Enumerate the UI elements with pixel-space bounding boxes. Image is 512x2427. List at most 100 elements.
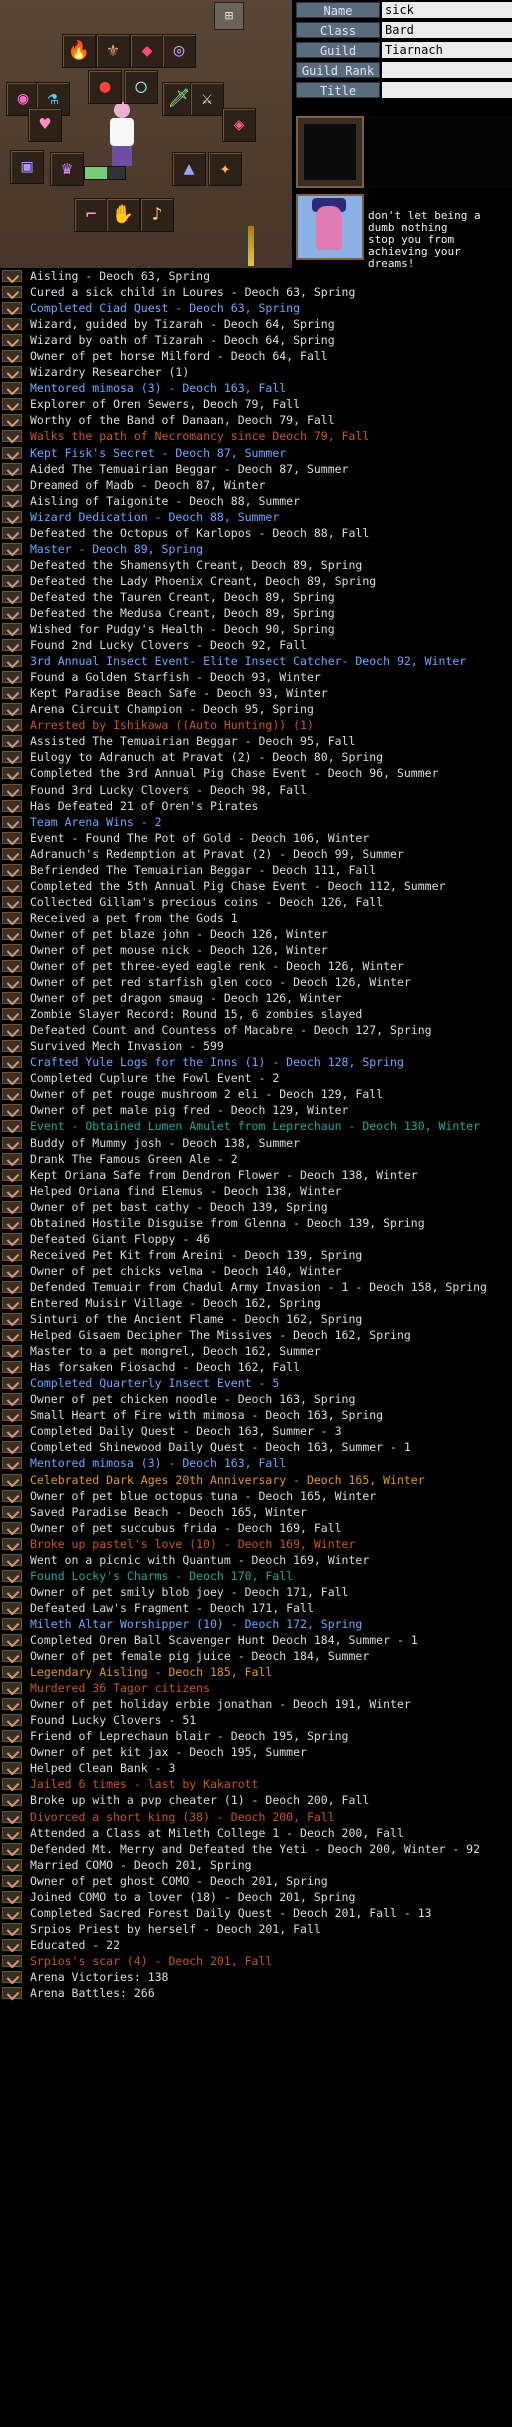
legend-item: Dreamed of Madb - Deoch 87, Winter	[0, 477, 512, 493]
legend-item: Went on a picnic with Quantum - Deoch 16…	[0, 1552, 512, 1568]
legend-text: Befriended The Temuairian Beggar - Deoch…	[30, 862, 377, 877]
legend-item: Cured a sick child in Loures - Deoch 63,…	[0, 284, 512, 300]
legend-mark-icon	[2, 558, 22, 571]
legend-text: Defeated Count and Countess of Macabre -…	[30, 1023, 432, 1038]
legend-mark-icon	[2, 1585, 22, 1598]
legend-item: Completed the 3rd Annual Pig Chase Event…	[0, 765, 512, 781]
legend-mark-icon	[2, 623, 22, 636]
legend-text: Completed the 5th Annual Pig Chase Event…	[30, 878, 446, 893]
bag-icon: ◈	[233, 114, 245, 135]
legend-text: Married COMO - Deoch 201, Spring	[30, 1857, 252, 1872]
legend-mark-icon	[2, 494, 22, 507]
legend-item: Saved Paradise Beach - Deoch 165, Winter	[0, 1504, 512, 1520]
legend-text: Defeated the Shamensyth Creant, Deoch 89…	[30, 557, 363, 572]
equipment-slot[interactable]: ♪	[140, 198, 174, 232]
legend-mark-icon	[2, 1730, 22, 1743]
legend-item: Owner of pet bast cathy - Deoch 139, Spr…	[0, 1199, 512, 1215]
legend-item: Kept Paradise Beach Safe - Deoch 93, Win…	[0, 685, 512, 701]
legend-mark-icon	[2, 1136, 22, 1149]
portrait-frame	[296, 116, 364, 188]
legend-text: Collected Gillam's precious coins - Deoc…	[30, 894, 384, 909]
legend-mark-icon	[2, 1970, 22, 1983]
equipment-slot[interactable]: ♛	[50, 152, 84, 186]
horn-icon: ♪	[151, 204, 163, 225]
equipment-slot[interactable]: ●	[88, 70, 122, 104]
equipment-slot[interactable]: ◆	[130, 34, 164, 68]
legend-item: Event - Found The Pot of Gold - Deoch 10…	[0, 830, 512, 846]
equipment-slot[interactable]: ▲	[172, 152, 206, 186]
legend-mark-icon	[2, 1216, 22, 1229]
legend-mark-icon	[2, 751, 22, 764]
legend-mark-icon	[2, 1826, 22, 1839]
equipment-slot[interactable]: ◯	[124, 70, 158, 104]
profile-label: Class	[296, 22, 380, 38]
equipment-slot[interactable]: ⚔	[190, 82, 224, 116]
legend-item: Received a pet from the Gods 1	[0, 910, 512, 926]
legend-item: Owner of pet horse Milford - Deoch 64, F…	[0, 348, 512, 364]
legend-mark-icon	[2, 815, 22, 828]
equipment-slot[interactable]: 🔥	[62, 34, 96, 68]
equipment-slot[interactable]: ✦	[208, 152, 242, 186]
equipment-slot[interactable]: ◎	[162, 34, 196, 68]
legend-item: Mentored mimosa (3) - Deoch 163, Fall	[0, 1455, 512, 1471]
wand-icon: ✦	[219, 158, 231, 179]
legend-text: Event - Obtained Lumen Amulet from Lepre…	[30, 1119, 481, 1134]
legend-text: Master - Deoch 89, Spring	[30, 541, 204, 556]
legend-mark-icon	[2, 590, 22, 603]
legend-text: Helped Clean Bank - 3	[30, 1761, 176, 1776]
orb-icon: ●	[99, 76, 111, 97]
legend-item: Married COMO - Deoch 201, Spring	[0, 1857, 512, 1873]
legend-text: Defeated the Octopus of Karlopos - Deoch…	[30, 525, 370, 540]
legend-mark-icon	[2, 1810, 22, 1823]
legend-item: Friend of Leprechaun blair - Deoch 195, …	[0, 1728, 512, 1744]
legend-mark-icon	[2, 478, 22, 491]
legend-item: Owner of pet ghost COMO - Deoch 201, Spr…	[0, 1873, 512, 1889]
legend-text: Mentored mimosa (3) - Deoch 163, Fall	[30, 381, 287, 396]
profile-value-field	[382, 62, 512, 78]
legend-text: Wizardry Researcher (1)	[30, 365, 190, 380]
legend-item: Defended Temuair from Chadul Army Invasi…	[0, 1279, 512, 1295]
legend-mark-icon	[2, 639, 22, 652]
legend-item: Adranuch's Redemption at Pravat (2) - De…	[0, 846, 512, 862]
equipment-slot[interactable]: ✋	[106, 198, 140, 232]
legend-mark-icon	[2, 462, 22, 475]
legend-mark-icon	[2, 1152, 22, 1165]
legend-mark-icon	[2, 1040, 22, 1053]
equipment-slot[interactable]: ⌐	[74, 198, 108, 232]
legend-text: Defended Mt. Merry and Defeated the Yeti…	[30, 1841, 481, 1856]
menu-button[interactable]: ⊞	[214, 2, 244, 30]
legend-text: Wizard, guided by Tizarah - Deoch 64, Sp…	[30, 317, 335, 332]
crown-icon: ♛	[61, 158, 73, 179]
legend-mark-icon	[2, 1858, 22, 1871]
legend-text: Has Defeated 21 of Oren's Pirates	[30, 798, 259, 813]
legend-text: Defeated the Tauren Creant, Deoch 89, Sp…	[30, 589, 335, 604]
equipment-slot[interactable]: ♥	[28, 108, 62, 142]
ring-icon: ◎	[173, 40, 185, 61]
legend-text: Helped Oriana find Elemus - Deoch 138, W…	[30, 1183, 342, 1198]
grid-menu-icon: ⊞	[224, 8, 234, 24]
legend-text: Worthy of the Band of Danaan, Deoch 79, …	[30, 413, 335, 428]
legend-mark-icon	[2, 1361, 22, 1374]
legend-text: Srpios's scar (4) - Deoch 201, Fall	[30, 1953, 273, 1968]
legend-mark-icon	[2, 1842, 22, 1855]
legend-text: Aisling - Deoch 63, Spring	[30, 269, 211, 283]
legend-mark-icon	[2, 446, 22, 459]
legend-item: Team Arena Wins - 2	[0, 814, 512, 830]
legend-item: Broke up pastel's love (10) - Deoch 169,…	[0, 1536, 512, 1552]
legend-mark-icon	[2, 1393, 22, 1406]
legend-text: Owner of pet rouge mushroom 2 eli - Deoc…	[30, 1087, 384, 1102]
bracelet-icon: ◯	[135, 76, 147, 97]
legend-mark-icon	[2, 1666, 22, 1679]
fleur-icon: ⚜	[107, 40, 119, 61]
legend-text: Eulogy to Adranuch at Pravat (2) - Deoch…	[30, 750, 384, 765]
legend-text: Owner of pet female pig juice - Deoch 18…	[30, 1649, 370, 1664]
legend-text: Completed Cuplure the Fowl Event - 2	[30, 1071, 280, 1086]
legend-text: Wished for Pudgy's Health - Deoch 90, Sp…	[30, 622, 335, 637]
equipment-slot[interactable]: ▣	[10, 150, 44, 184]
legend-item: Owner of pet chicken noodle - Deoch 163,…	[0, 1391, 512, 1407]
equipment-slot[interactable]: ◈	[222, 108, 256, 142]
equipment-slot[interactable]: ⚜	[96, 34, 130, 68]
legend-mark-icon	[2, 687, 22, 700]
legend-mark-icon	[2, 1987, 22, 2000]
legend-item: Completed Sacred Forest Daily Quest - De…	[0, 1905, 512, 1921]
